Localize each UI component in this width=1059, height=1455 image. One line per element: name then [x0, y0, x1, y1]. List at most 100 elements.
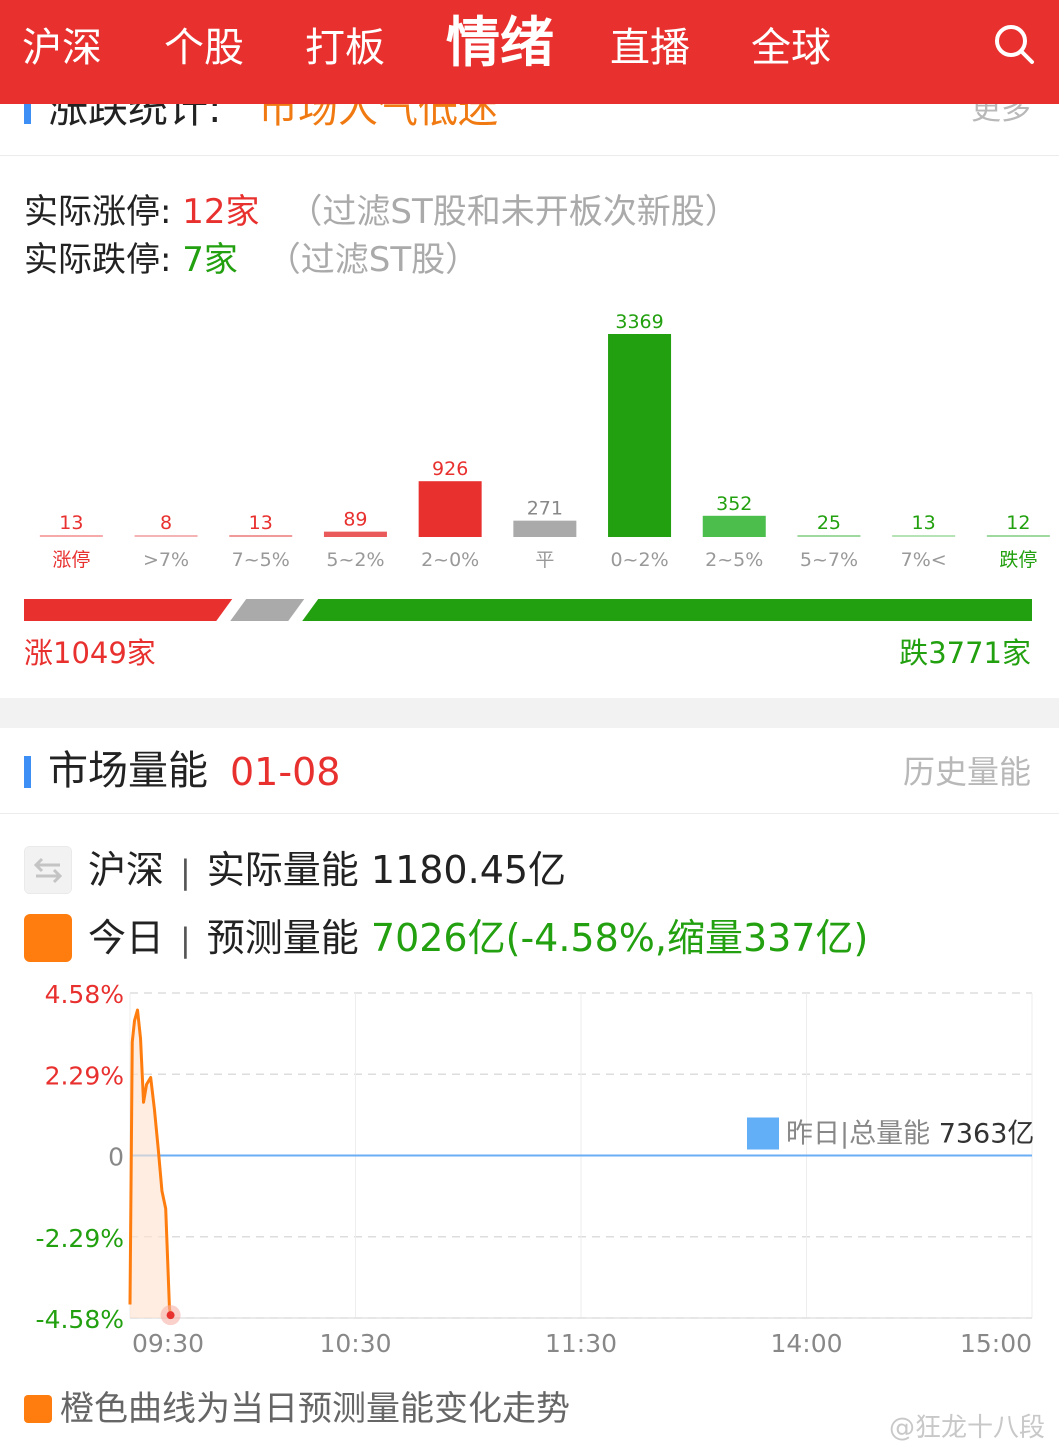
orange-legend-square	[24, 1395, 52, 1423]
x-tick-label-3: 14:00	[770, 1329, 842, 1358]
section-accent-bar	[24, 104, 31, 124]
bar-category-label-5: 平	[535, 549, 554, 571]
forecast-volume-day: 今日	[88, 916, 165, 960]
history-volume-link[interactable]: 历史量能	[903, 750, 1031, 794]
yesterday-legend-value: 7363亿	[939, 1119, 1035, 1150]
bar-value-label-3: 89	[343, 509, 367, 531]
current-point	[166, 1311, 175, 1320]
bar-0	[39, 535, 103, 537]
tab-qingxu[interactable]: 情绪	[446, 12, 554, 74]
bar-category-label-2: 7~5%	[232, 549, 290, 571]
limit-down-line: 实际跌停: 7家 （过滤ST股）	[24, 238, 479, 282]
more-link[interactable]: 更多	[971, 104, 1031, 132]
y-tick-label-4: -4.58%	[36, 1305, 124, 1334]
rise-fall-ratio-bar	[24, 599, 1032, 621]
limit-up-key: 实际涨停:	[24, 192, 172, 232]
ratio-down-segment	[302, 599, 1032, 621]
actual-volume-market: 沪深	[88, 848, 165, 892]
bar-value-label-0: 13	[59, 512, 83, 534]
bar-7	[702, 515, 766, 537]
forecast-volume-sep: |	[180, 921, 191, 959]
x-tick-label-0: 09:30	[132, 1329, 204, 1358]
actual-volume-label: 实际量能	[206, 848, 359, 892]
forecast-volume-text: 今日 | 预测量能 7026亿(-4.58%,缩量337亿)	[88, 912, 868, 966]
yesterday-legend-label: 昨日|总量能 7363亿	[786, 1119, 1034, 1150]
bar-8	[797, 535, 861, 537]
bar-3	[323, 531, 387, 537]
bar-6	[608, 334, 672, 537]
bar-category-label-0: 涨停	[52, 549, 90, 571]
tab-gegu[interactable]: 个股	[164, 22, 244, 74]
ratio-up-segment	[24, 599, 233, 621]
y-tick-label-1: 2.29%	[45, 1061, 124, 1090]
bar-category-label-3: 5~2%	[326, 549, 384, 571]
limit-up-value: 12家	[182, 192, 260, 232]
forecast-volume-label: 预测量能	[206, 916, 359, 960]
y-tick-label-3: -2.29%	[36, 1224, 124, 1253]
market-volume-date: 01-08	[230, 750, 341, 794]
section-accent-bar	[24, 756, 31, 788]
chart-footer-text: 橙色曲线为当日预测量能变化走势	[60, 1389, 570, 1429]
market-mood-label: 市场人气低迷	[258, 104, 498, 132]
yesterday-legend-swatch	[747, 1117, 779, 1150]
bar-category-label-9: 7%<	[901, 549, 947, 571]
rise-fall-distribution-chart: 13 涨停 8 >7% 13 7~5% 89 5~2% 926 2~0% 271 平 3369 0~2% 3…	[39, 311, 1050, 571]
limit-down-note: （过滤ST股）	[266, 240, 480, 280]
y-tick-label-2: 0	[108, 1143, 124, 1172]
actual-volume-value: 1180.45亿	[370, 848, 567, 892]
bar-value-label-9: 13	[912, 512, 936, 534]
tab-daban[interactable]: 打板	[305, 22, 385, 74]
tab-zhibo[interactable]: 直播	[610, 22, 690, 74]
bar-5	[513, 520, 577, 537]
actual-volume-sep: |	[180, 853, 191, 891]
weibo-watermark: @狂龙十八段	[888, 1413, 1045, 1443]
limit-up-line: 实际涨停: 12家 （过滤ST股和未开板次新股）	[24, 190, 739, 234]
forecast-volume-line-chart: 4.58% 2.29% 0 -2.29% -4.58% 09:30 10:30 11:30 14…	[36, 980, 1035, 1358]
tab-quanqiu[interactable]: 全球	[751, 22, 831, 74]
fall-total-label: 跌3771家	[899, 636, 1031, 670]
y-tick-label-0: 4.58%	[45, 980, 124, 1009]
bar-category-label-1: >7%	[143, 549, 189, 571]
market-volume-title: 市场量能	[48, 748, 208, 794]
bar-2	[229, 535, 293, 537]
section-divider	[0, 698, 1059, 728]
rise-fall-stats-header: 涨跌统计: 市场人气低迷 更多	[0, 104, 1059, 156]
bar-value-label-5: 271	[527, 498, 563, 520]
x-tick-label-4: 15:00	[960, 1329, 1032, 1358]
tab-hushen[interactable]: 沪深	[22, 22, 102, 74]
bar-category-label-8: 5~7%	[800, 549, 858, 571]
bar-value-label-6: 3369	[615, 311, 663, 333]
limit-up-note: （过滤ST股和未开板次新股）	[288, 192, 739, 232]
bar-category-label-10: 跌停	[999, 549, 1037, 571]
bar-9	[892, 535, 956, 537]
bar-category-label-4: 2~0%	[421, 549, 479, 571]
x-tick-label-2: 11:30	[545, 1329, 617, 1358]
bar-category-label-7: 2~5%	[705, 549, 763, 571]
bar-value-label-2: 13	[249, 512, 273, 534]
bar-value-label-4: 926	[432, 458, 468, 480]
bar-4	[418, 481, 482, 537]
search-icon[interactable]	[992, 22, 1036, 66]
bar-value-label-8: 25	[817, 512, 841, 534]
exchange-icon[interactable]	[24, 846, 72, 894]
limit-down-key: 实际跌停:	[24, 240, 172, 280]
ratio-flat-segment	[230, 599, 305, 621]
bar-category-label-6: 0~2%	[610, 549, 668, 571]
forecast-volume-row: 今日 | 预测量能 7026亿(-4.58%,缩量337亿)	[24, 912, 1024, 964]
bar-value-label-7: 352	[716, 493, 752, 515]
bar-value-label-1: 8	[160, 512, 172, 534]
orange-square-icon	[24, 914, 72, 962]
bar-value-label-10: 12	[1006, 512, 1030, 534]
rise-total-label: 涨1049家	[24, 636, 156, 670]
bar-1	[134, 535, 198, 537]
market-volume-header: 市场量能 01-08 历史量能	[0, 728, 1059, 814]
actual-volume-text: 沪深 | 实际量能 1180.45亿	[88, 844, 566, 898]
rise-fall-title: 涨跌统计:	[48, 104, 222, 132]
forecast-volume-value: 7026亿(-4.58%,缩量337亿)	[370, 916, 869, 960]
actual-volume-row: 沪深 | 实际量能 1180.45亿	[24, 844, 1024, 896]
bar-10	[986, 535, 1050, 537]
top-nav-bar: 沪深 个股 打板 情绪 直播 全球	[0, 0, 1059, 104]
x-tick-label-1: 10:30	[319, 1329, 391, 1358]
forecast-area	[130, 1010, 171, 1318]
limit-down-value: 7家	[182, 240, 238, 280]
